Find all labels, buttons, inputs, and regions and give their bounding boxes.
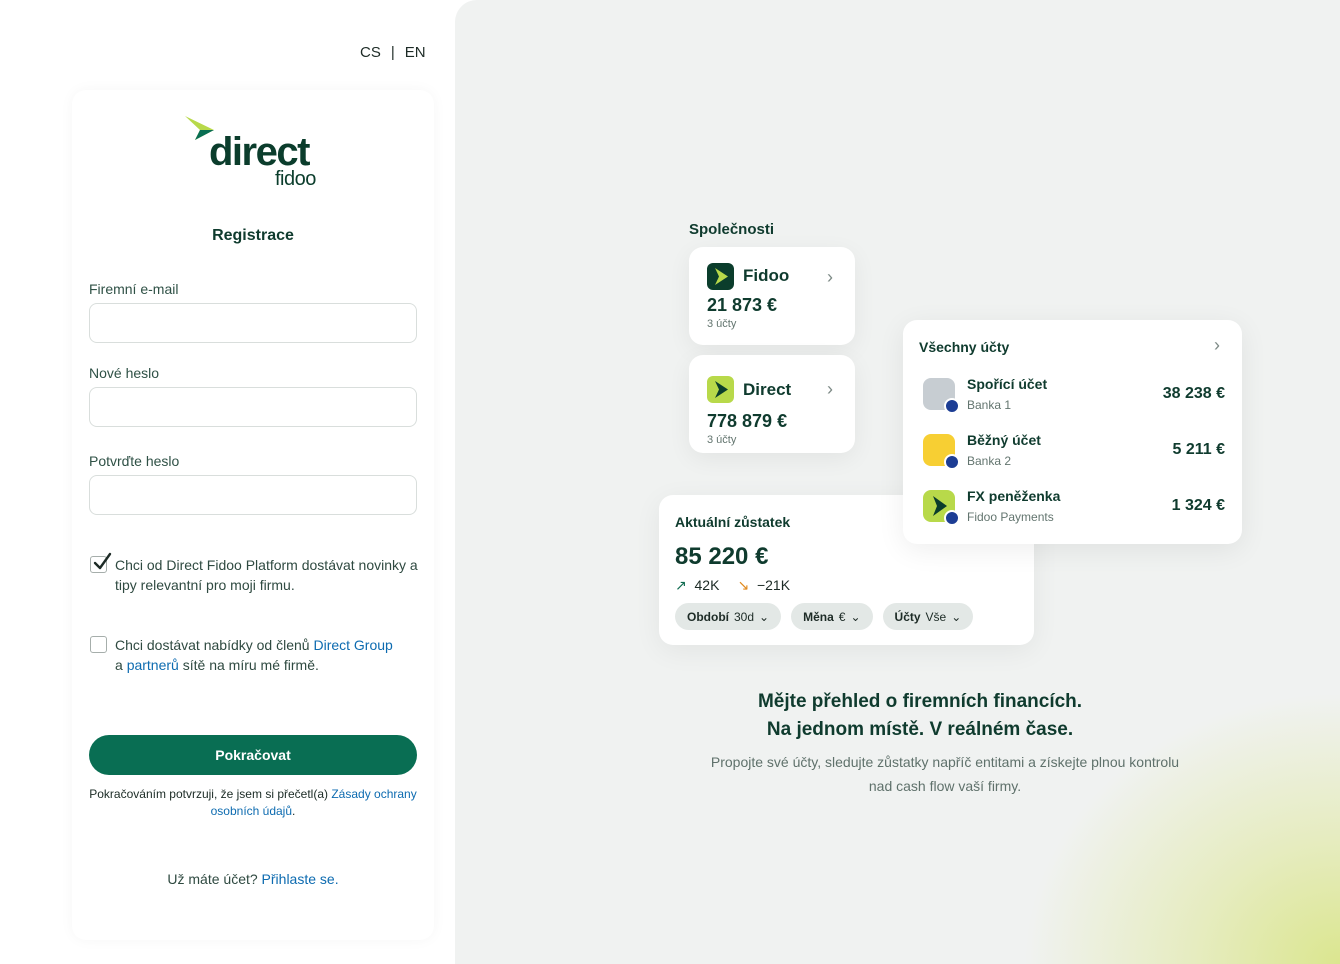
account-row[interactable]: Běžný účet Banka 2 5 211 € bbox=[919, 432, 1225, 476]
offers-text-3: sítě na míru mé firmě. bbox=[178, 657, 319, 673]
eu-flag-icon bbox=[944, 398, 960, 414]
language-switcher: CS | EN bbox=[360, 44, 426, 61]
login-link[interactable]: Přihlaste se. bbox=[262, 871, 339, 887]
balance-filters: Období 30d ⌄ Měna € ⌄ Účty Vše ⌄ bbox=[675, 603, 974, 630]
chevron-right-icon: › bbox=[1214, 335, 1220, 355]
password-field[interactable] bbox=[89, 387, 417, 427]
legal-notice: Pokračováním potvrzuji, že jsem si přeče… bbox=[89, 786, 417, 820]
promo-headline-2: Na jednom místě. V reálném čase. bbox=[766, 719, 1074, 740]
balance-amount: 85 220 € bbox=[675, 543, 769, 570]
filter-accounts[interactable]: Účty Vše ⌄ bbox=[882, 603, 974, 630]
offers-text-2: a bbox=[115, 657, 127, 673]
offers-checkbox-label: Chci dostávat nabídky od členů Direct Gr… bbox=[115, 635, 425, 675]
checkmark-icon bbox=[93, 552, 112, 570]
lang-cs[interactable]: CS bbox=[360, 44, 381, 61]
account-name: FX peněženka bbox=[967, 488, 1061, 504]
company-card-fidoo[interactable]: Fidoo › 21 873 € 3 účty bbox=[689, 247, 855, 345]
account-bank: Banka 2 bbox=[967, 454, 1012, 468]
legal-text: Pokračováním potvrzuji, že jsem si přeče… bbox=[89, 787, 332, 801]
promo-panel: Společnosti Fidoo › 21 873 € 3 účty Dire… bbox=[455, 0, 1340, 964]
account-amount: 38 238 € bbox=[1162, 385, 1225, 402]
filter-currency[interactable]: Měna € ⌄ bbox=[791, 603, 873, 630]
company-accounts-count: 3 účty bbox=[707, 318, 737, 330]
account-name: Spořící účet bbox=[967, 376, 1048, 392]
account-bank: Banka 1 bbox=[967, 398, 1012, 412]
email-field[interactable] bbox=[89, 303, 417, 343]
offers-checkbox[interactable] bbox=[90, 636, 107, 653]
login-prompt: Už máte účet? Přihlaste se. bbox=[72, 871, 434, 887]
all-accounts-card[interactable]: Všechny účty › Spořící účet Banka 1 38 2… bbox=[903, 320, 1242, 544]
confirm-password-label: Potvrďte heslo bbox=[89, 453, 180, 469]
companies-heading: Společnosti bbox=[689, 221, 775, 238]
chevron-down-icon: ⌄ bbox=[759, 609, 770, 624]
chevron-down-icon: ⌄ bbox=[850, 609, 861, 624]
account-amount: 1 324 € bbox=[1171, 497, 1225, 514]
account-row[interactable]: FX peněženka Fidoo Payments 1 324 € bbox=[919, 488, 1225, 532]
continue-button[interactable]: Pokračovat bbox=[89, 735, 417, 775]
partners-link[interactable]: partnerů bbox=[127, 657, 179, 673]
registration-panel: CS | EN direct fidoo Registrace Firemní … bbox=[0, 0, 455, 964]
email-label: Firemní e-mail bbox=[89, 281, 179, 297]
arrow-up-right-icon: ↗ bbox=[675, 577, 687, 593]
eu-flag-icon bbox=[944, 454, 960, 470]
chevron-right-icon: › bbox=[827, 379, 833, 399]
filter-period[interactable]: Období 30d ⌄ bbox=[675, 603, 782, 630]
promo-description: Propojte své účty, sledujte zůstatky nap… bbox=[710, 754, 1180, 794]
company-amount: 21 873 € bbox=[707, 295, 778, 315]
password-label: Nové heslo bbox=[89, 365, 160, 381]
direct-fidoo-logo: direct fidoo bbox=[184, 116, 324, 190]
promo-headline-1: Mějte přehled o firemních financích. bbox=[757, 691, 1083, 712]
chevron-down-icon: ⌄ bbox=[951, 609, 962, 624]
eu-flag-icon bbox=[944, 510, 960, 526]
company-amount: 778 879 € bbox=[707, 411, 788, 431]
lang-en[interactable]: EN bbox=[405, 44, 426, 61]
balance-up: ↗ 42K bbox=[675, 577, 720, 593]
fidoo-arrow-icon bbox=[707, 263, 734, 290]
confirm-password-field[interactable] bbox=[89, 475, 417, 515]
company-name: Direct bbox=[743, 380, 792, 399]
company-name: Fidoo bbox=[743, 266, 790, 285]
chevron-right-icon: › bbox=[827, 267, 833, 287]
news-checkbox[interactable] bbox=[90, 552, 112, 573]
promo-headline: Mějte přehled o firemních financích. Na … bbox=[695, 688, 1145, 744]
account-bank: Fidoo Payments bbox=[967, 510, 1054, 524]
account-name: Běžný účet bbox=[967, 432, 1041, 448]
account-row[interactable]: Spořící účet Banka 1 38 238 € bbox=[919, 376, 1225, 420]
all-accounts-title: Všechny účty bbox=[919, 339, 1010, 355]
balance-delta: ↗ 42K ↘ −21K bbox=[675, 577, 790, 594]
legal-end: . bbox=[292, 804, 296, 818]
direct-arrow-icon bbox=[707, 376, 734, 403]
balance-down: ↘ −21K bbox=[737, 577, 791, 593]
offers-text-1: Chci dostávat nabídky od členů bbox=[115, 637, 314, 653]
lang-separator: | bbox=[390, 44, 395, 61]
arrow-down-right-icon: ↘ bbox=[737, 577, 750, 593]
login-text: Už máte účet? bbox=[167, 871, 262, 887]
company-card-direct[interactable]: Direct › 778 879 € 3 účty bbox=[689, 355, 855, 453]
company-accounts-count: 3 účty bbox=[707, 434, 737, 446]
registration-card: direct fidoo Registrace Firemní e-mail N… bbox=[72, 90, 434, 940]
logo-sub: fidoo bbox=[275, 168, 316, 190]
direct-group-link[interactable]: Direct Group bbox=[313, 637, 392, 653]
balance-title: Aktuální zůstatek bbox=[675, 514, 791, 530]
page-title: Registrace bbox=[212, 227, 294, 244]
news-checkbox-label: Chci od Direct Fidoo Platform dostávat n… bbox=[115, 557, 418, 593]
account-amount: 5 211 € bbox=[1172, 441, 1226, 458]
